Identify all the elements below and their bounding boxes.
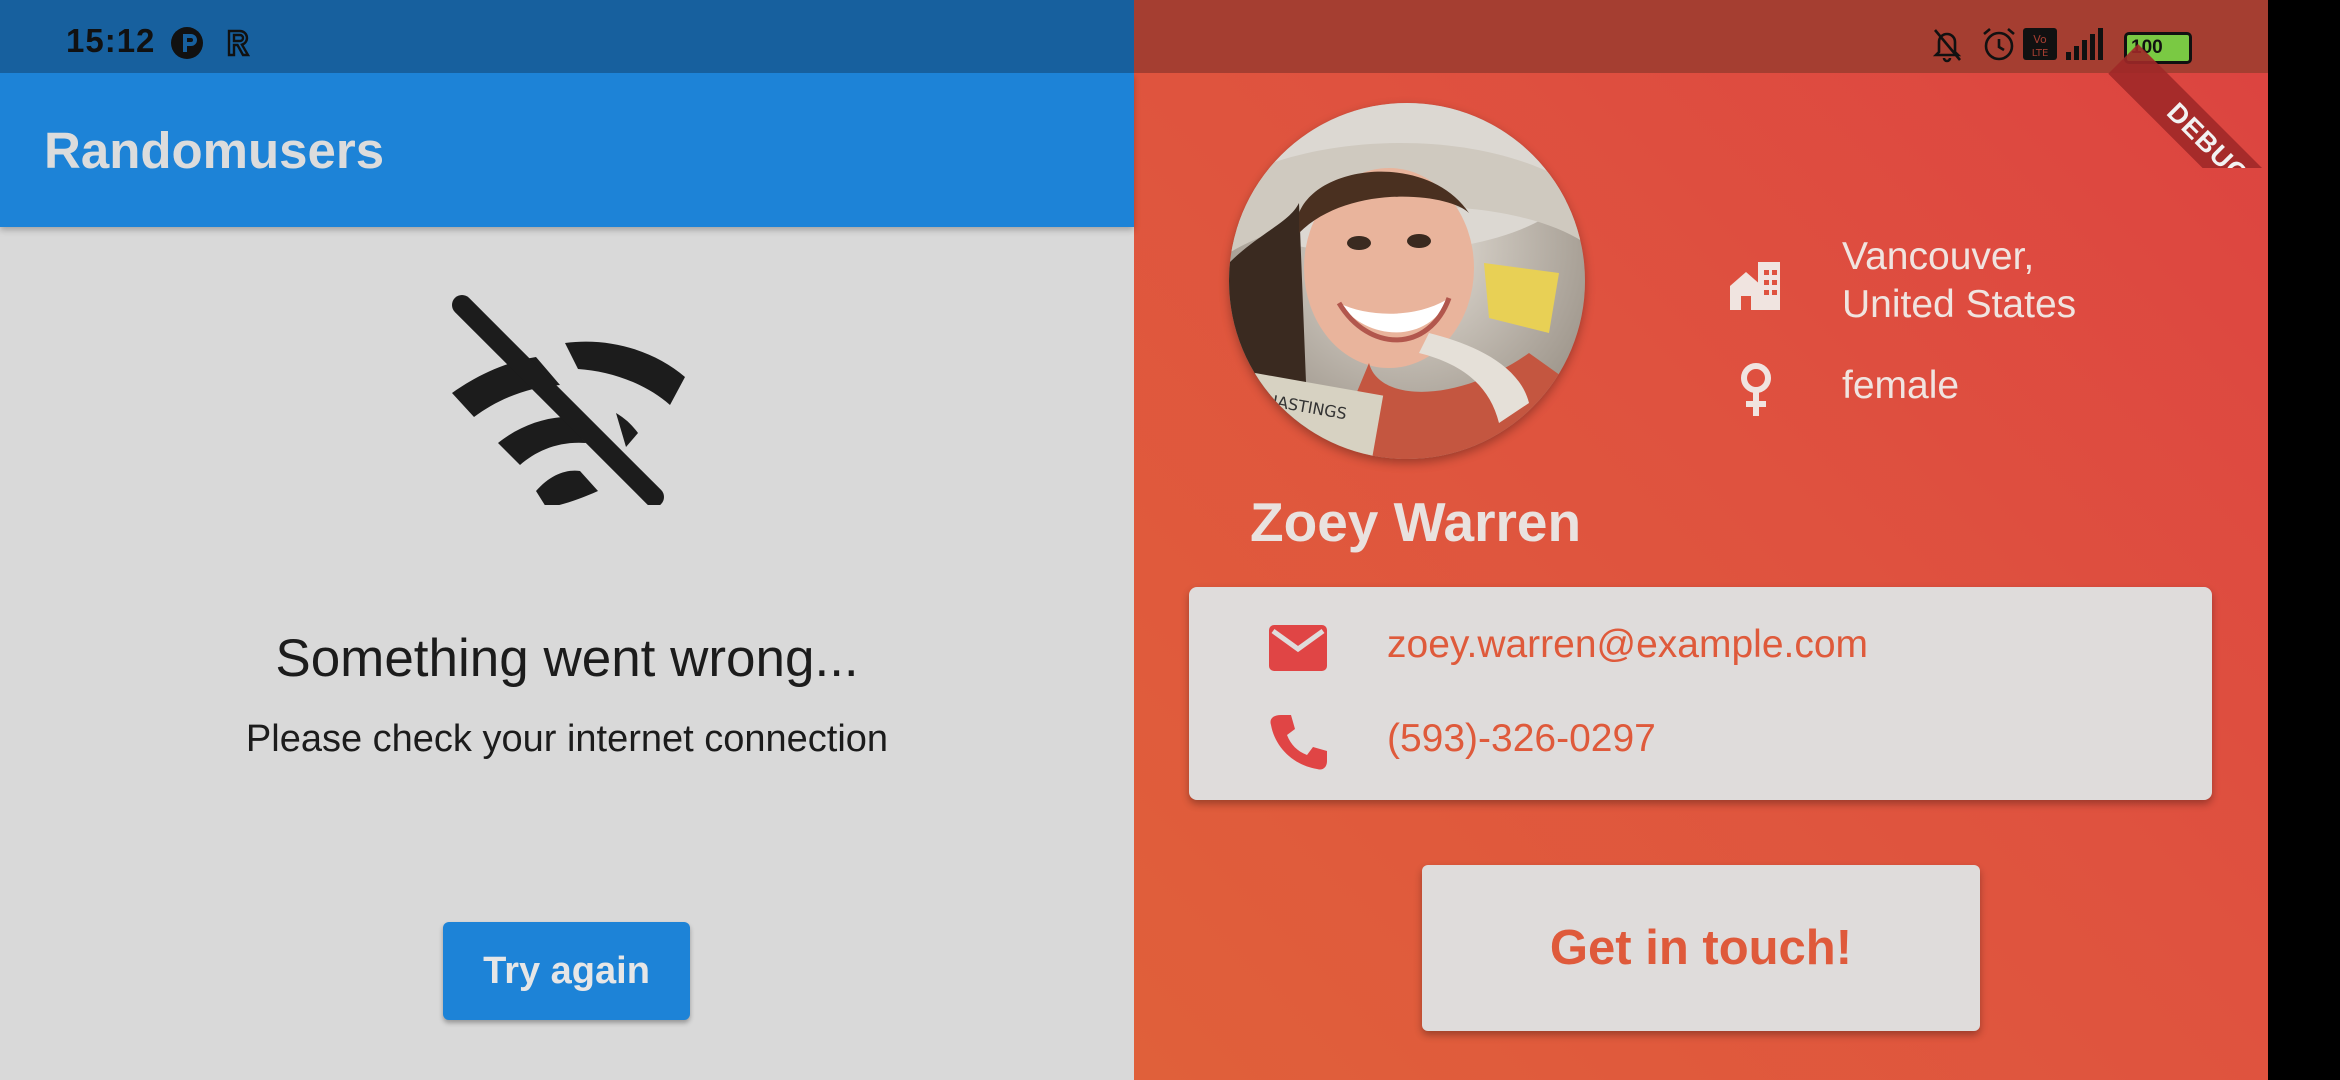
phone-icon <box>1270 715 1327 770</box>
notifications-muted-icon <box>1932 29 1962 63</box>
female-icon <box>1741 363 1771 416</box>
debug-label: DEBUG <box>2108 44 2268 168</box>
error-title: Something went wrong... <box>275 629 859 688</box>
email-link[interactable]: zoey.warren@example.com <box>1387 623 1868 667</box>
email-icon <box>1269 625 1327 671</box>
svg-text:Vo: Vo <box>2033 33 2047 46</box>
debug-banner: DEBUG <box>2100 0 2268 168</box>
profile-pane: HASTINGS Zoey Warren Vancouver, United S… <box>1134 0 2268 1080</box>
get-in-touch-button[interactable]: Get in touch! <box>1422 865 1980 1031</box>
status-bar-left: 15:12 <box>0 0 1134 73</box>
svg-text:LTE: LTE <box>2032 48 2049 59</box>
volte-icon: Vo LTE <box>2023 28 2057 60</box>
avatar: HASTINGS <box>1229 103 1585 459</box>
avatar-photo: HASTINGS <box>1229 103 1585 459</box>
user-name: Zoey Warren <box>1250 491 1582 553</box>
error-subtitle: Please check your internet connection <box>245 718 889 760</box>
status-bar: 15:12 Vo LTE 100 <box>0 0 2268 73</box>
contact-card: zoey.warren@example.com (593)-326-0297 <box>1189 587 2212 800</box>
location-country: United States <box>1842 283 2077 326</box>
app-bar: Randomusers <box>0 73 1134 227</box>
location-city: Vancouver, <box>1842 235 2035 278</box>
error-pane: Randomusers Something went wrong... Plea… <box>0 0 1134 1080</box>
try-again-button[interactable]: Try again <box>443 922 690 1020</box>
notification-r-icon <box>227 29 251 57</box>
app-title: Randomusers <box>44 122 385 179</box>
gender-text: female <box>1842 364 1960 407</box>
status-time: 15:12 <box>66 22 156 59</box>
location-text: Vancouver, United States <box>1842 233 2076 329</box>
location-city-icon <box>1730 262 1780 310</box>
alarm-icon <box>1983 28 2015 61</box>
screen-edge <box>2268 0 2340 1080</box>
status-bar-right: Vo LTE 100 <box>1134 0 2268 73</box>
notification-app-icon <box>171 27 203 59</box>
app-screen: 15:12 Vo LTE 100 Randomusers Something w… <box>0 0 2340 1080</box>
phone-link[interactable]: (593)-326-0297 <box>1387 717 1656 761</box>
wifi-off-icon <box>452 295 685 505</box>
